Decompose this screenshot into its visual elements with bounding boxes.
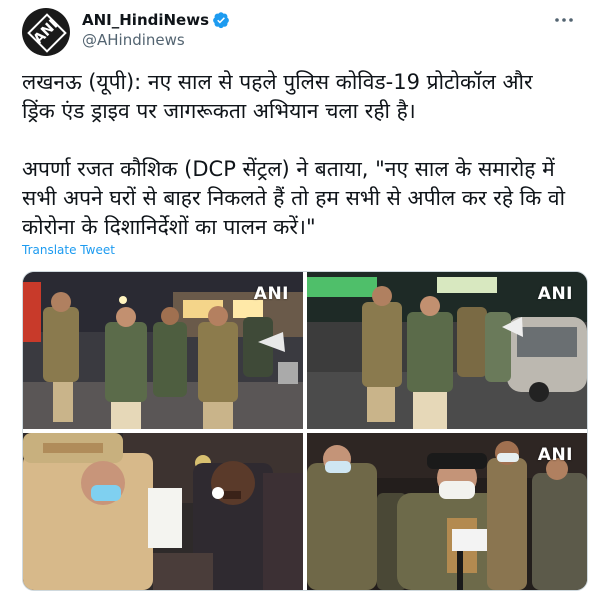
tweet-card: ANI ANI_HindiNews @AHindinews लखनऊ (यूपी… [0, 0, 590, 601]
photo-3[interactable] [23, 433, 303, 590]
translate-tweet-link[interactable]: Translate Tweet [22, 243, 115, 257]
avatar[interactable]: ANI [22, 8, 70, 56]
account-handle[interactable]: @AHindinews [82, 31, 185, 49]
verified-badge-icon [213, 12, 229, 29]
photo-4[interactable]: ANI [307, 433, 587, 590]
name-row: ANI_HindiNews [82, 11, 230, 29]
ani-watermark: ANI [537, 284, 573, 304]
ani-watermark: ANI [253, 284, 289, 304]
photo-1[interactable]: ANI [23, 272, 303, 429]
ani-watermark: ANI [537, 445, 573, 465]
photo-3-scene [23, 433, 303, 590]
media-grid: ANI ANI ANI [22, 271, 588, 591]
more-options-icon[interactable] [552, 10, 576, 30]
avatar-logo-text: ANI [30, 16, 62, 48]
display-name[interactable]: ANI_HindiNews [82, 11, 209, 29]
photo-2[interactable]: ANI [307, 272, 587, 429]
tweet-text: लखनऊ (यूपी): नए साल से पहले पुलिस कोविड-… [22, 70, 566, 239]
